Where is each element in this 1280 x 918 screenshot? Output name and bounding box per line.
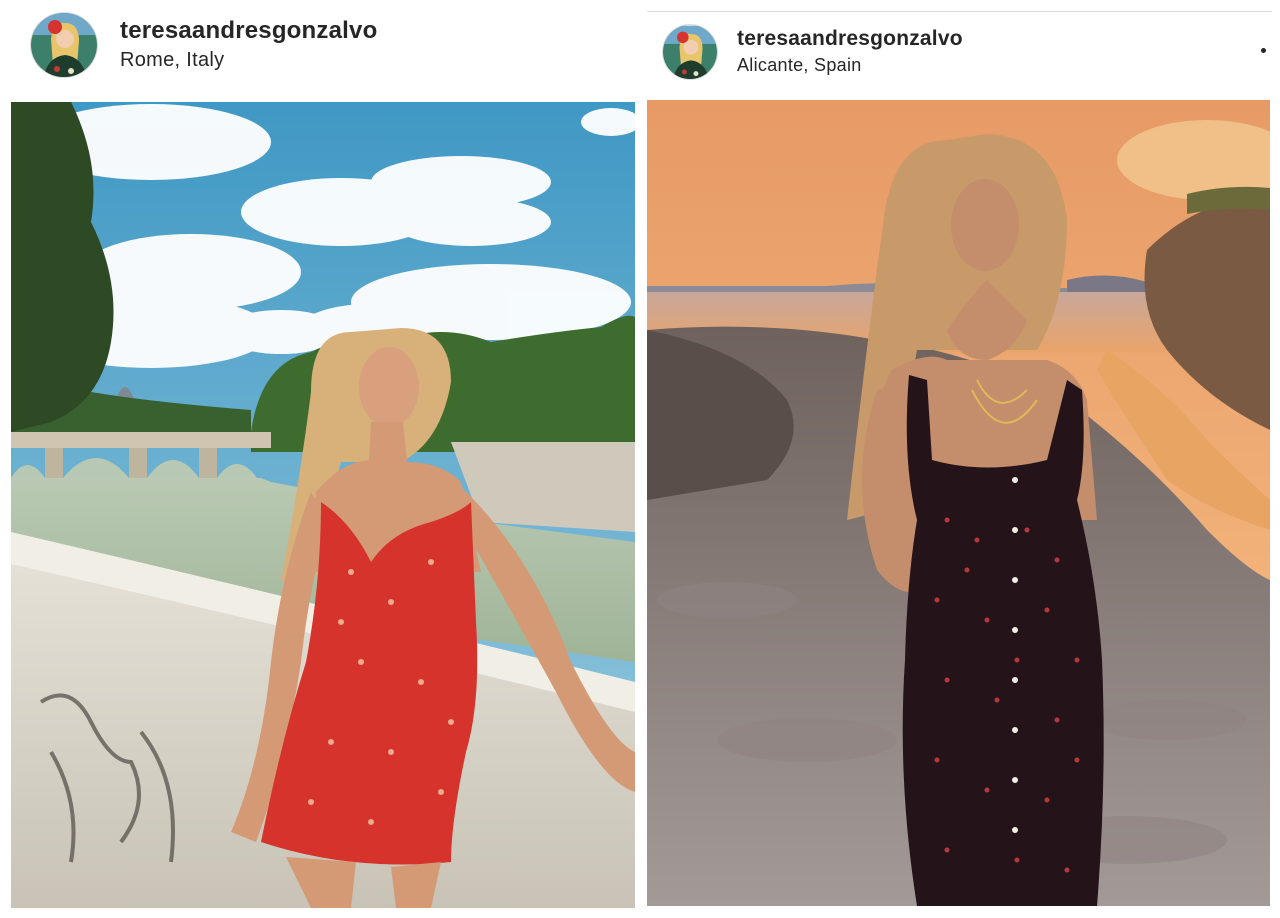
post-header: teresaandresgonzalvo Rome, Italy (30, 12, 377, 78)
location-link[interactable]: Alicante, Spain (737, 52, 963, 78)
profile-avatar-icon[interactable] (30, 12, 98, 78)
post-photo[interactable] (647, 100, 1270, 906)
more-options-icon[interactable] (1261, 48, 1266, 53)
post-header: teresaandresgonzalvo Alicante, Spain (662, 24, 963, 80)
post-rome: teresaandresgonzalvo Rome, Italy (0, 0, 645, 918)
post-alicante: teresaandresgonzalvo Alicante, Spain (645, 0, 1280, 918)
location-link[interactable]: Rome, Italy (120, 46, 377, 74)
post-divider (647, 11, 1272, 12)
photo-rome-river-icon (11, 102, 635, 908)
photo-sunset-coast-icon (647, 100, 1270, 906)
profile-avatar-icon[interactable] (662, 24, 718, 80)
username-link[interactable]: teresaandresgonzalvo (737, 26, 963, 52)
user-meta: teresaandresgonzalvo Alicante, Spain (737, 26, 963, 78)
post-photo[interactable] (11, 102, 635, 908)
user-meta: teresaandresgonzalvo Rome, Italy (120, 16, 377, 74)
username-link[interactable]: teresaandresgonzalvo (120, 16, 377, 46)
